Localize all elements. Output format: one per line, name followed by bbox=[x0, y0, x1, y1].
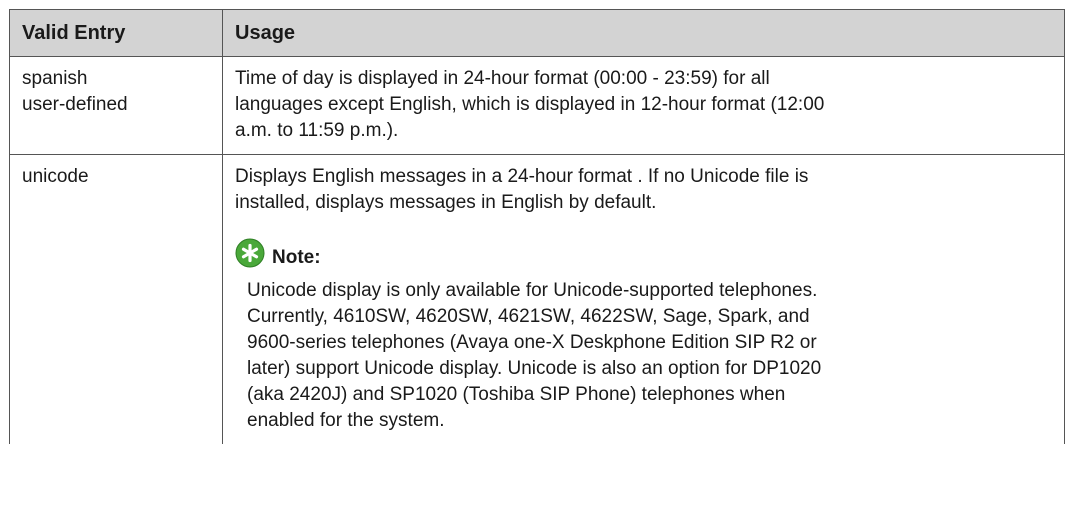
note-text: 9600-series telephones (Avaya one-X Desk… bbox=[247, 332, 817, 353]
table-row: unicode Displays English messages in a 2… bbox=[9, 154, 1065, 444]
column-header-valid-entry: Valid Entry bbox=[9, 9, 223, 57]
usage-text: a.m. to 11:59 p.m.). bbox=[235, 120, 399, 141]
usage-text: Time of day is displayed in 24-hour form… bbox=[235, 68, 770, 89]
entry-text: unicode bbox=[22, 166, 89, 187]
note-label: Note: bbox=[272, 247, 321, 268]
valid-entry-cell: spanish user-defined bbox=[9, 56, 223, 155]
usage-text: languages except English, which is displ… bbox=[235, 94, 825, 115]
table-row: spanish user-defined Time of day is disp… bbox=[9, 56, 1065, 155]
column-header-usage: Usage bbox=[222, 9, 1065, 57]
note-heading: Note: bbox=[235, 234, 1052, 268]
note-text: enabled for the system. bbox=[247, 410, 445, 431]
usage-text: Displays English messages in a 24-hour f… bbox=[235, 166, 809, 187]
note-text: later) support Unicode display. Unicode … bbox=[247, 358, 822, 379]
usage-cell: Time of day is displayed in 24-hour form… bbox=[222, 56, 1065, 155]
note-body: Unicode display is only available for Un… bbox=[247, 278, 1052, 434]
note-text: (aka 2420J) and SP1020 (Toshiba SIP Phon… bbox=[247, 384, 786, 405]
entry-text: spanish bbox=[22, 68, 88, 89]
usage-cell: Displays English messages in a 24-hour f… bbox=[222, 154, 1065, 444]
valid-entry-cell: unicode bbox=[9, 154, 223, 444]
valid-entry-table: Valid Entry Usage spanish user-defined T… bbox=[9, 9, 1065, 444]
entry-text: user-defined bbox=[22, 94, 128, 115]
note-text: Currently, 4610SW, 4620SW, 4621SW, 4622S… bbox=[247, 306, 810, 327]
note-text: Unicode display is only available for Un… bbox=[247, 280, 818, 301]
note-star-icon bbox=[235, 238, 265, 268]
usage-text: installed, displays messages in English … bbox=[235, 192, 657, 213]
table-header-row: Valid Entry Usage bbox=[9, 9, 1065, 57]
